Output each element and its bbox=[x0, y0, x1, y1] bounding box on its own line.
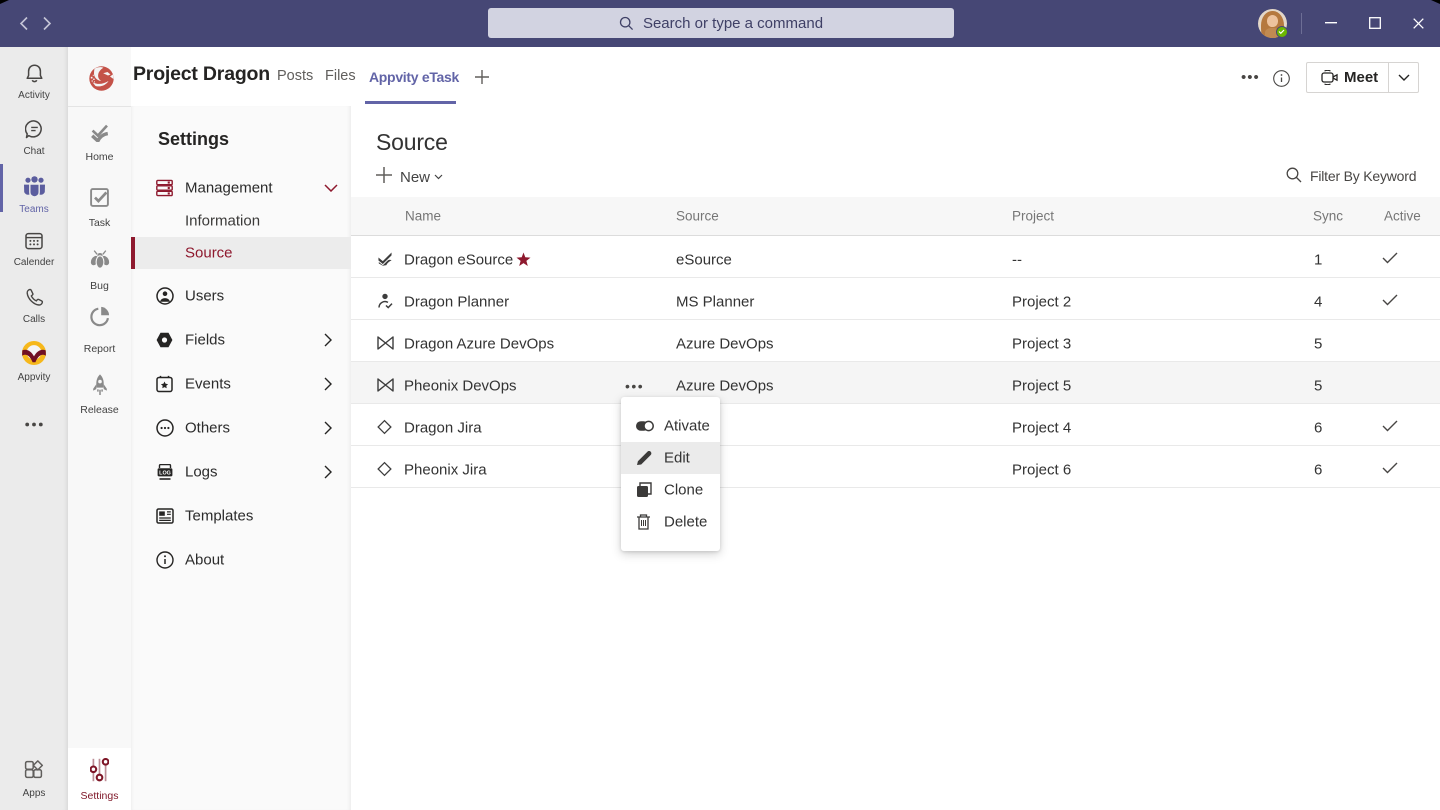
svg-text:LOG: LOG bbox=[159, 471, 171, 477]
